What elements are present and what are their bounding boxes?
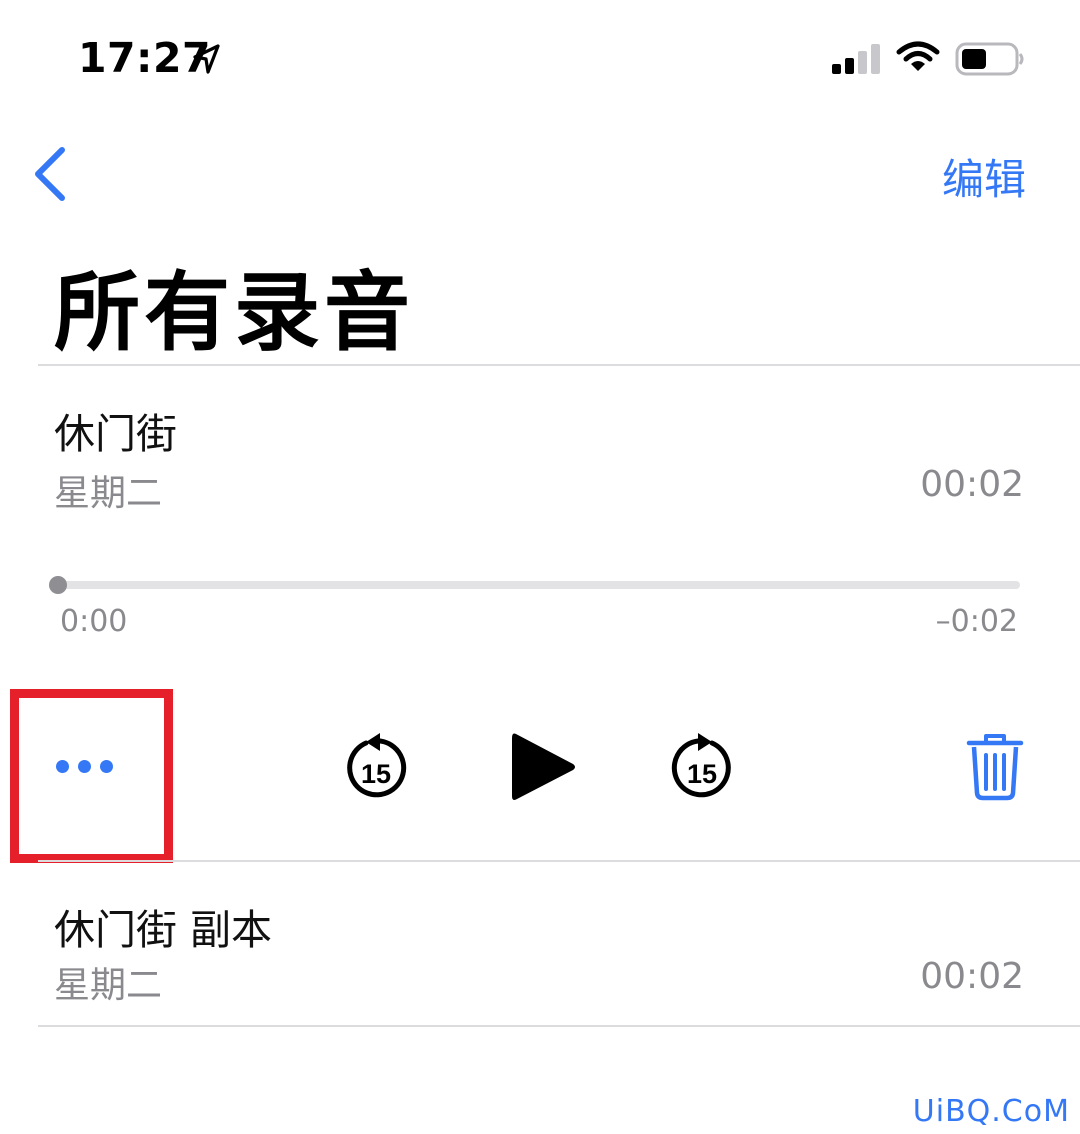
recording-duration: 00:02 [920, 464, 1024, 505]
remaining-time: –0:02 [935, 604, 1018, 639]
page-title: 所有录音 [54, 263, 414, 363]
skip-back-15-icon[interactable]: 15 [344, 733, 410, 807]
divider [38, 1025, 1080, 1027]
svg-text:15: 15 [361, 759, 391, 789]
elapsed-time: 0:00 [60, 604, 128, 639]
svg-text:15: 15 [687, 759, 717, 789]
divider [38, 364, 1080, 366]
play-icon[interactable] [508, 728, 578, 810]
watermark: UiBQ.CoM [912, 1094, 1070, 1129]
trash-icon[interactable] [966, 733, 1024, 805]
divider [38, 860, 1080, 862]
annotation-highlight-box [10, 689, 173, 863]
cellular-signal-icon [832, 44, 882, 78]
playback-scrubber[interactable] [58, 581, 1020, 589]
recording-title: 休门街 [54, 410, 177, 458]
location-arrow-icon [192, 44, 220, 78]
edit-button[interactable]: 编辑 [942, 146, 1026, 207]
recording-date: 星期二 [54, 965, 163, 1006]
chevron-left-icon[interactable] [30, 146, 70, 206]
recording-title: 休门街 副本 [54, 906, 273, 954]
scrubber-thumb[interactable] [49, 576, 67, 594]
wifi-icon [896, 40, 940, 78]
skip-forward-15-icon[interactable]: 15 [668, 733, 734, 807]
recording-date: 星期二 [54, 473, 163, 514]
recording-duration: 00:02 [920, 956, 1024, 997]
battery-icon [955, 42, 1025, 80]
